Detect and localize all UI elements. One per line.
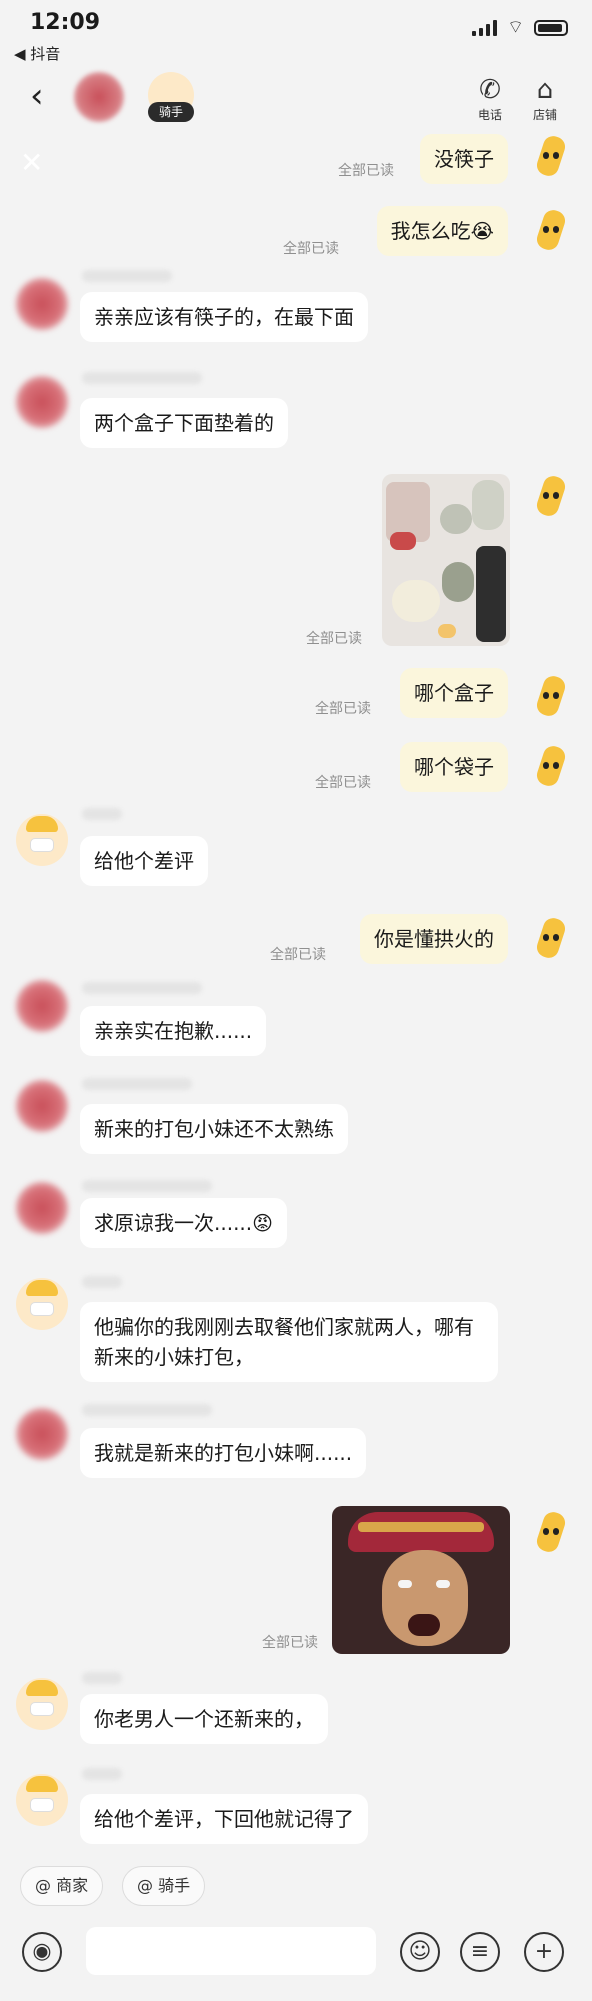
message-bubble[interactable]: 你老男人一个还新来的， (80, 1694, 328, 1744)
rider-avatar[interactable] (16, 1774, 68, 1826)
sender-name (82, 1768, 122, 1780)
message-input[interactable] (86, 1927, 376, 1975)
list-icon[interactable]: ≡ (460, 1932, 500, 1972)
store-button[interactable]: ⌂ 店铺 (525, 76, 565, 123)
store-label: 店铺 (532, 108, 557, 122)
message-row: 你老男人一个还新来的， (0, 1670, 592, 1750)
message-row: 全部已读 (0, 1502, 592, 1662)
message-row: 全部已读 (0, 472, 592, 652)
phone-icon: ✆ (479, 75, 501, 105)
self-avatar[interactable] (526, 472, 576, 522)
sender-name (82, 270, 172, 282)
phone-label: 电话 (477, 108, 502, 122)
rider-avatar[interactable] (16, 1678, 68, 1730)
mention-rider-chip[interactable]: @ 骑手 (122, 1866, 206, 1906)
message-bubble[interactable]: 亲亲实在抱歉...... (80, 1006, 267, 1056)
self-avatar[interactable] (526, 132, 576, 182)
meme-image[interactable] (332, 1506, 510, 1654)
message-row: 我就是新来的打包小妹啊...... (0, 1400, 592, 1480)
read-receipt: 全部已读 (315, 775, 371, 791)
merchant-avatar[interactable] (16, 1080, 68, 1132)
status-bar: 12:09 ◀ 抖音 ⌔ (0, 0, 592, 63)
merchant-avatar[interactable] (16, 278, 68, 330)
message-bubble[interactable]: 给他个差评 (80, 836, 208, 886)
food-photo[interactable] (382, 474, 510, 646)
message-bubble[interactable]: 他骗你的我刚刚去取餐他们家就两人，哪有新来的小妹打包， (80, 1302, 498, 1382)
message-bubble[interactable]: 我怎么吃😭 (376, 206, 508, 256)
message-bubble[interactable]: 给他个差评，下回他就记得了 (80, 1794, 368, 1844)
message-bubble[interactable]: 你是懂拱火的 (360, 914, 508, 964)
chat-header: ‹ 骑手 ✆ 电话 ⌂ 店铺 (0, 64, 592, 134)
self-avatar[interactable] (526, 672, 576, 722)
phone-button[interactable]: ✆ 电话 (470, 76, 510, 123)
mention-merchant-chip[interactable]: @ 商家 (20, 1866, 104, 1906)
read-receipt: 全部已读 (283, 241, 339, 257)
status-time: 12:09 (30, 10, 101, 35)
sender-name (82, 1404, 212, 1416)
battery-icon (534, 19, 568, 36)
self-avatar[interactable] (526, 742, 576, 792)
back-to-app-link[interactable]: ◀ 抖音 (14, 43, 60, 64)
read-receipt: 全部已读 (315, 701, 371, 717)
sender-name (82, 1672, 122, 1684)
sender-name (82, 372, 202, 384)
input-bar: ◉ ☺ ≡ + (0, 1922, 592, 2001)
message-row: 全部已读 你是懂拱火的 (0, 910, 592, 970)
message-row: 全部已读 哪个袋子 (0, 738, 592, 798)
self-avatar[interactable] (526, 206, 576, 256)
message-bubble[interactable]: 两个盒子下面垫着的 (80, 398, 288, 448)
message-row: 两个盒子下面垫着的 (0, 368, 592, 448)
message-bubble[interactable]: 哪个盒子 (400, 668, 508, 718)
chevron-left-icon[interactable]: ‹ (30, 79, 60, 113)
status-icons: ⌔ (472, 16, 568, 39)
read-receipt: 全部已读 (262, 1635, 318, 1651)
self-avatar[interactable] (526, 1508, 576, 1558)
voice-icon[interactable]: ◉ (22, 1932, 62, 1972)
message-bubble[interactable]: 亲亲应该有筷子的，在最下面 (80, 292, 368, 342)
message-row: 亲亲应该有筷子的，在最下面 (0, 268, 592, 348)
message-row: 亲亲实在抱歉...... (0, 978, 592, 1058)
plus-icon[interactable]: + (524, 1932, 564, 1972)
rider-avatar[interactable] (16, 814, 68, 866)
message-row: 全部已读 我怎么吃😭 (0, 204, 592, 264)
message-bubble[interactable]: 新来的打包小妹还不太熟练 (80, 1104, 348, 1154)
store-icon: ⌂ (536, 75, 554, 105)
message-row: 给他个差评，下回他就记得了 (0, 1766, 592, 1846)
contact-avatar[interactable] (74, 72, 124, 122)
sender-name (82, 808, 122, 820)
rider-avatar[interactable] (16, 1278, 68, 1330)
message-bubble[interactable]: 没筷子 (420, 134, 508, 184)
self-avatar[interactable] (526, 914, 576, 964)
signal-icon (472, 19, 498, 36)
merchant-avatar[interactable] (16, 980, 68, 1032)
message-row: 给他个差评 (0, 806, 592, 886)
emoji-icon[interactable]: ☺ (400, 1932, 440, 1972)
merchant-avatar[interactable] (16, 1408, 68, 1460)
message-row: 他骗你的我刚刚去取餐他们家就两人，哪有新来的小妹打包， (0, 1274, 592, 1394)
message-bubble[interactable]: 求原谅我一次......😡 (80, 1198, 287, 1248)
read-receipt: 全部已读 (270, 947, 326, 963)
read-receipt: 全部已读 (306, 631, 362, 647)
message-row: 全部已读 没筷子 (0, 130, 592, 190)
message-bubble[interactable]: 我就是新来的打包小妹啊...... (80, 1428, 367, 1478)
message-row: 求原谅我一次......😡 (0, 1176, 592, 1256)
merchant-avatar[interactable] (16, 376, 68, 428)
sender-name (82, 1180, 212, 1192)
message-row: 新来的打包小妹还不太熟练 (0, 1074, 592, 1154)
sender-name (82, 982, 202, 994)
merchant-avatar[interactable] (16, 1182, 68, 1234)
sender-name (82, 1276, 122, 1288)
wifi-icon: ⌔ (507, 17, 524, 38)
quick-mention-bar: @ 商家 @ 骑手 (0, 1852, 592, 1922)
sender-name (82, 1078, 192, 1090)
rider-tag: 骑手 (148, 102, 194, 122)
message-row: 全部已读 哪个盒子 (0, 668, 592, 728)
read-receipt: 全部已读 (338, 163, 394, 179)
message-bubble[interactable]: 哪个袋子 (400, 742, 508, 792)
